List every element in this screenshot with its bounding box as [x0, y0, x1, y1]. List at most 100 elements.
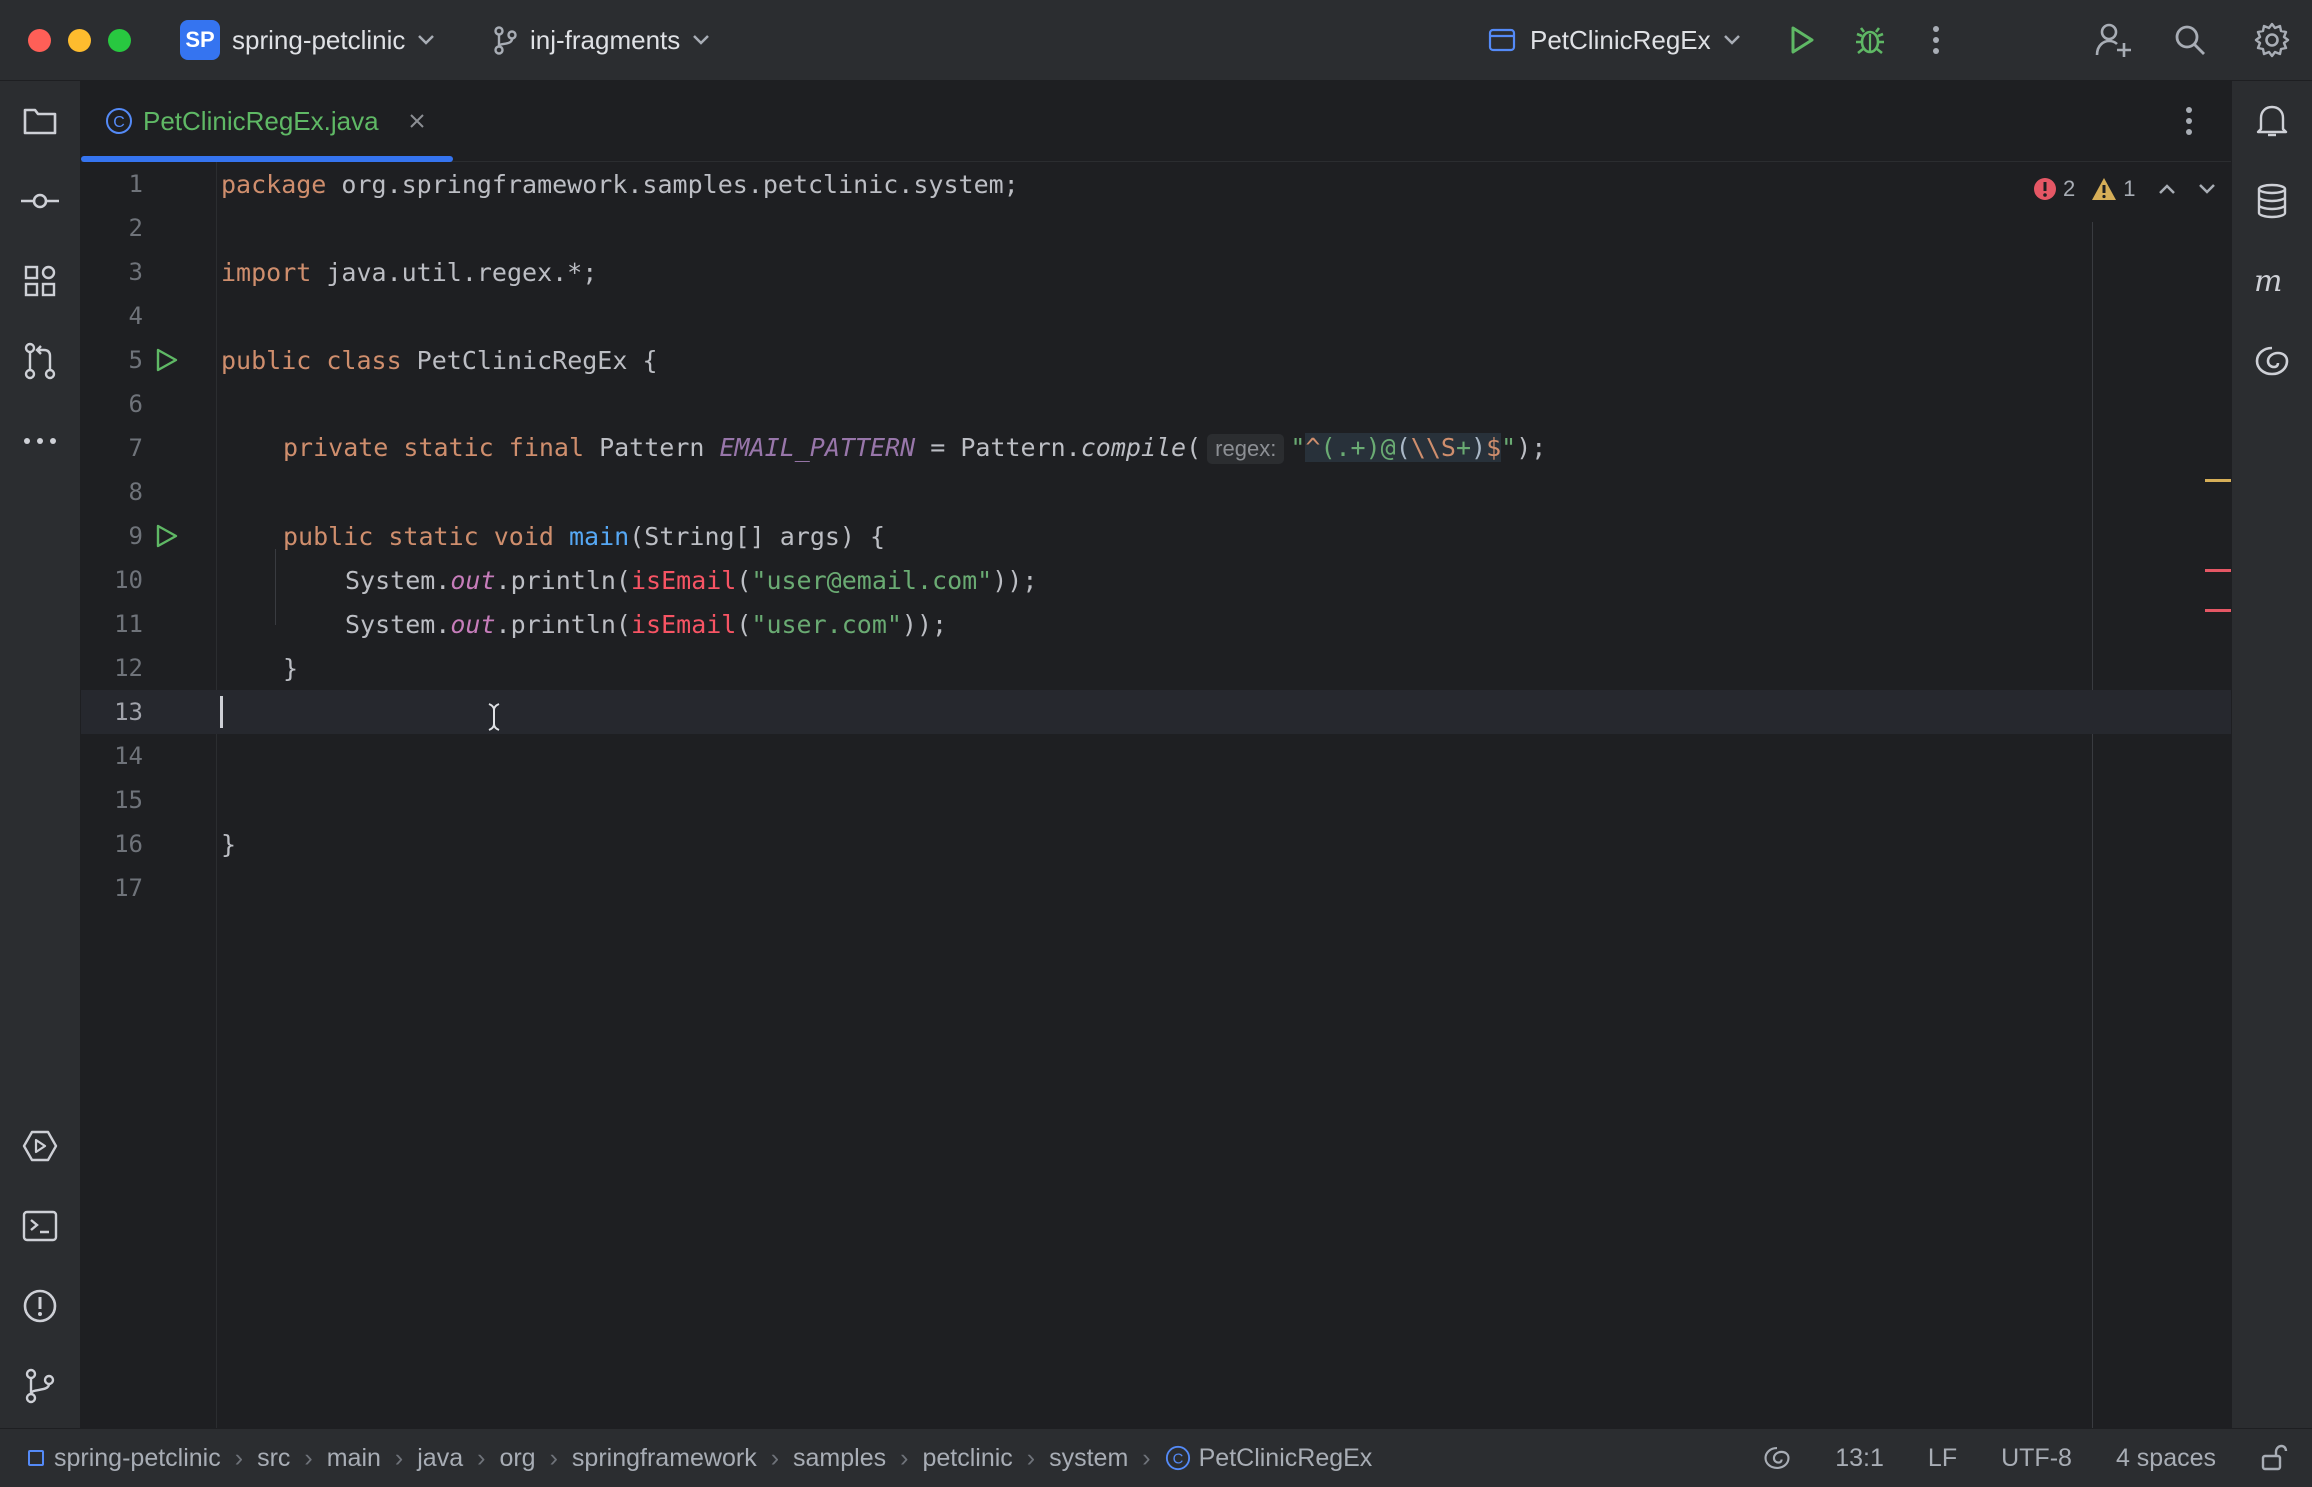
code-text: }: [221, 829, 237, 859]
code-line: 3 import java.util.regex.*;: [81, 250, 2231, 294]
tab-label: PetClinicRegEx.java: [143, 105, 379, 136]
problems-icon: [23, 1289, 57, 1323]
pull-requests-tool-button[interactable]: [20, 341, 60, 381]
commit-tool-button[interactable]: [20, 181, 60, 221]
code-text: package org.springframework.samples.petc…: [221, 170, 1019, 199]
gear-icon: [2254, 22, 2290, 58]
branch-selector[interactable]: inj-fragments: [492, 0, 710, 80]
code-text: }: [283, 653, 299, 683]
file-encoding[interactable]: UTF-8: [2001, 1444, 2072, 1473]
regex-escape: \\S: [1410, 432, 1456, 462]
unresolved-method[interactable]: isEmail: [631, 566, 736, 595]
run-configuration-selector[interactable]: PetClinicRegEx: [1488, 0, 1741, 80]
line-number: 13: [114, 698, 143, 726]
breadcrumb-item[interactable]: PetClinicRegEx: [1199, 1444, 1373, 1473]
code-editor[interactable]: 2 1 1 package org.springframework.sample…: [81, 162, 2231, 1428]
code-text: System.out.println(isEmail("user@email.c…: [345, 566, 1037, 595]
code-text: org.springframework.samples.petclinic.sy…: [326, 169, 1019, 199]
svg-text:C: C: [113, 114, 125, 131]
regex-paren: ): [1471, 432, 1487, 462]
close-icon[interactable]: [409, 113, 425, 129]
line-number: 9: [128, 522, 143, 550]
project-selector[interactable]: SP spring-petclinic: [180, 0, 435, 80]
minimize-window-button[interactable]: [68, 29, 91, 52]
project-tool-button[interactable]: [20, 101, 60, 141]
status-widgets: 13:1 LF UTF-8 4 spaces: [1763, 1429, 2312, 1487]
code-text: System.: [345, 609, 451, 639]
services-tool-button[interactable]: [20, 1126, 60, 1166]
svg-text:m: m: [2254, 266, 2282, 296]
ai-assistant-icon[interactable]: [1763, 1445, 1791, 1471]
unlock-icon[interactable]: [2260, 1444, 2288, 1472]
code-text: import java.util.regex.*;: [221, 258, 597, 287]
line-number: 10: [114, 566, 143, 594]
code-text: private static final Pattern EMAIL_PATTE…: [283, 432, 1546, 464]
settings-button[interactable]: [2252, 20, 2292, 60]
tab-actions-button[interactable]: [2177, 103, 2201, 139]
breadcrumb-separator: ›: [900, 1443, 909, 1472]
i-beam-cursor-icon: [488, 703, 500, 731]
indent-setting[interactable]: 4 spaces: [2116, 1444, 2216, 1473]
line-number: 16: [114, 830, 143, 858]
problems-tool-button[interactable]: [20, 1286, 60, 1326]
more-tool-windows-button[interactable]: [20, 421, 60, 461]
editor-tab-bar: C PetClinicRegEx.java: [81, 81, 2231, 162]
breadcrumb-separator: ›: [477, 1443, 486, 1472]
breadcrumb-separator: ›: [1026, 1443, 1036, 1472]
database-tool-button[interactable]: [2252, 181, 2292, 221]
run-gutter-icon[interactable]: [154, 347, 180, 373]
caret-position[interactable]: 13:1: [1835, 1444, 1884, 1473]
code-line: 14: [81, 734, 2231, 778]
zoom-window-button[interactable]: [108, 29, 131, 52]
terminal-icon: [22, 1210, 58, 1242]
commit-icon: [21, 193, 59, 209]
breadcrumb-item[interactable]: petclinic: [922, 1444, 1012, 1473]
svg-text:C: C: [1172, 1452, 1183, 1468]
ai-assistant-tool-button[interactable]: [2252, 341, 2292, 381]
breadcrumb-item[interactable]: springframework: [572, 1444, 757, 1473]
line-number: 5: [128, 346, 143, 374]
pull-requests-icon: [24, 342, 56, 380]
tab-petclinicregex-java[interactable]: C PetClinicRegEx.java: [105, 81, 425, 161]
debug-button[interactable]: [1852, 22, 1888, 58]
code-text: ));: [992, 565, 1038, 595]
breadcrumb-item[interactable]: main: [327, 1444, 381, 1473]
chevron-down-icon: [693, 35, 710, 45]
git-tool-button[interactable]: [20, 1366, 60, 1406]
breadcrumb-separator: ›: [234, 1443, 244, 1472]
search-everywhere-button[interactable]: [2172, 22, 2208, 58]
left-tool-window-bar: [0, 81, 81, 1428]
breadcrumb-item[interactable]: org: [499, 1444, 535, 1473]
line-separator[interactable]: LF: [1928, 1444, 1957, 1473]
code-text: = Pattern.: [915, 432, 1081, 462]
parameter-hint: regex:: [1207, 433, 1285, 464]
regex-group: (.+): [1320, 432, 1381, 462]
chevron-down-icon: [1723, 35, 1740, 45]
more-actions-button[interactable]: [1924, 22, 1948, 58]
code-line: 4: [81, 294, 2231, 338]
notifications-tool-button[interactable]: [2252, 101, 2292, 141]
code-text: .println(: [495, 609, 631, 639]
static-field: out: [450, 565, 496, 595]
line-number: 8: [128, 478, 143, 506]
structure-tool-button[interactable]: [20, 261, 60, 301]
ai-assistant-icon: [2255, 346, 2289, 376]
line-number: 11: [114, 610, 143, 638]
notifications-icon: [2256, 105, 2288, 137]
terminal-tool-button[interactable]: [20, 1206, 60, 1246]
breadcrumb-item[interactable]: java: [417, 1444, 463, 1473]
maven-tool-button[interactable]: m: [2252, 261, 2292, 301]
breadcrumb-item[interactable]: spring-petclinic: [54, 1444, 221, 1473]
close-window-button[interactable]: [28, 29, 51, 52]
unresolved-method[interactable]: isEmail: [631, 610, 736, 639]
code-with-me-button[interactable]: [2094, 20, 2134, 60]
run-button[interactable]: [1786, 24, 1818, 56]
breadcrumb-item[interactable]: samples: [793, 1444, 886, 1473]
run-gutter-icon[interactable]: [154, 523, 180, 549]
breadcrumb-item[interactable]: src: [257, 1444, 290, 1473]
maven-icon: m: [2254, 266, 2282, 296]
code-text: (: [736, 609, 752, 639]
current-code-line: 13: [81, 690, 2231, 734]
breadcrumb-item[interactable]: system: [1049, 1444, 1128, 1473]
regex-quantifier: +: [1455, 432, 1472, 462]
